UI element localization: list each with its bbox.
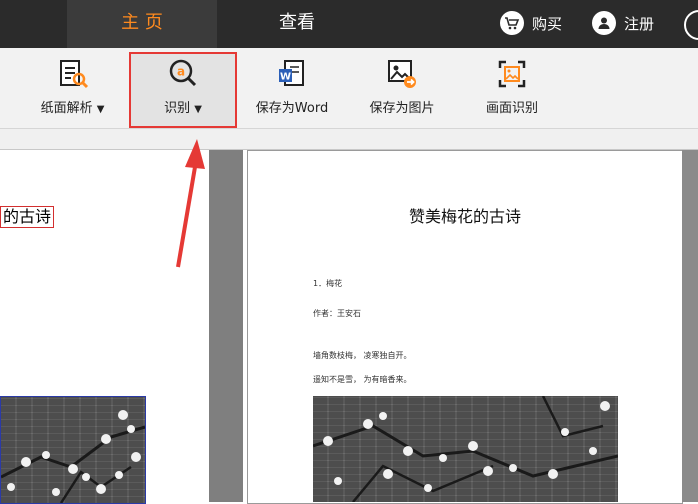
document-photo[interactable] xyxy=(313,396,618,502)
ruler-strip xyxy=(0,129,698,150)
recognize-icon: a xyxy=(169,59,197,87)
recognized-region-highlight[interactable]: 的古诗 xyxy=(0,206,55,228)
tab-home[interactable]: 主 页 xyxy=(67,0,217,48)
save-as-word-label: 保存为Word xyxy=(255,101,329,116)
recognize-label: 识别 xyxy=(164,101,191,116)
document-line[interactable]: 遥知不是雪， 为有暗香来。 xyxy=(313,374,412,385)
ribbon-toolbar: 纸面解析 ▼ a 识别 ▼ W 保存为Word 保存为图片 画面识别 xyxy=(0,48,698,129)
register-label: 注册 xyxy=(624,14,655,33)
blossom-branches xyxy=(313,396,618,502)
paper-parse-icon xyxy=(59,60,88,89)
document-line[interactable]: 1．梅花 xyxy=(313,278,342,289)
chevron-down-icon: ▼ xyxy=(96,104,105,115)
paper-parse-label: 纸面解析 xyxy=(40,101,93,116)
document-line[interactable]: 墙角数枝梅， 凌寒独自开。 xyxy=(313,350,412,361)
document-line[interactable]: 作者：王安石 xyxy=(313,308,361,319)
cart-icon xyxy=(500,11,524,35)
blossom-branches xyxy=(1,410,145,503)
save-as-image-button[interactable]: 保存为图片 xyxy=(356,48,448,128)
word-icon: W xyxy=(279,60,304,86)
save-image-icon xyxy=(388,60,416,88)
screen-capture-icon xyxy=(498,60,526,88)
user-icon xyxy=(592,11,616,35)
top-bar: 主 页 查看 购买 注册 xyxy=(0,0,698,48)
window-control-icon[interactable] xyxy=(684,10,698,40)
paper-parse-button[interactable]: 纸面解析 ▼ xyxy=(25,48,120,128)
save-as-word-button[interactable]: W 保存为Word xyxy=(246,48,338,128)
screen-recognize-button[interactable]: 画面识别 xyxy=(466,48,558,128)
buy-button[interactable]: 购买 xyxy=(500,10,562,36)
recognize-button[interactable]: a 识别 ▼ xyxy=(129,52,237,128)
save-as-image-label: 保存为图片 xyxy=(369,101,435,116)
vertical-scrollbar[interactable] xyxy=(682,150,698,502)
annotation-arrow-icon xyxy=(176,139,205,268)
buy-label: 购买 xyxy=(532,14,563,33)
register-button[interactable]: 注册 xyxy=(592,10,654,36)
document-title[interactable]: 赞美梅花的古诗 xyxy=(247,203,683,227)
svg-text:a: a xyxy=(177,65,185,79)
tab-view[interactable]: 查看 xyxy=(222,0,372,48)
source-photo-region[interactable] xyxy=(0,396,146,504)
svg-text:W: W xyxy=(280,72,291,83)
screen-recognize-label: 画面识别 xyxy=(485,101,538,116)
chevron-down-icon: ▼ xyxy=(194,104,202,115)
